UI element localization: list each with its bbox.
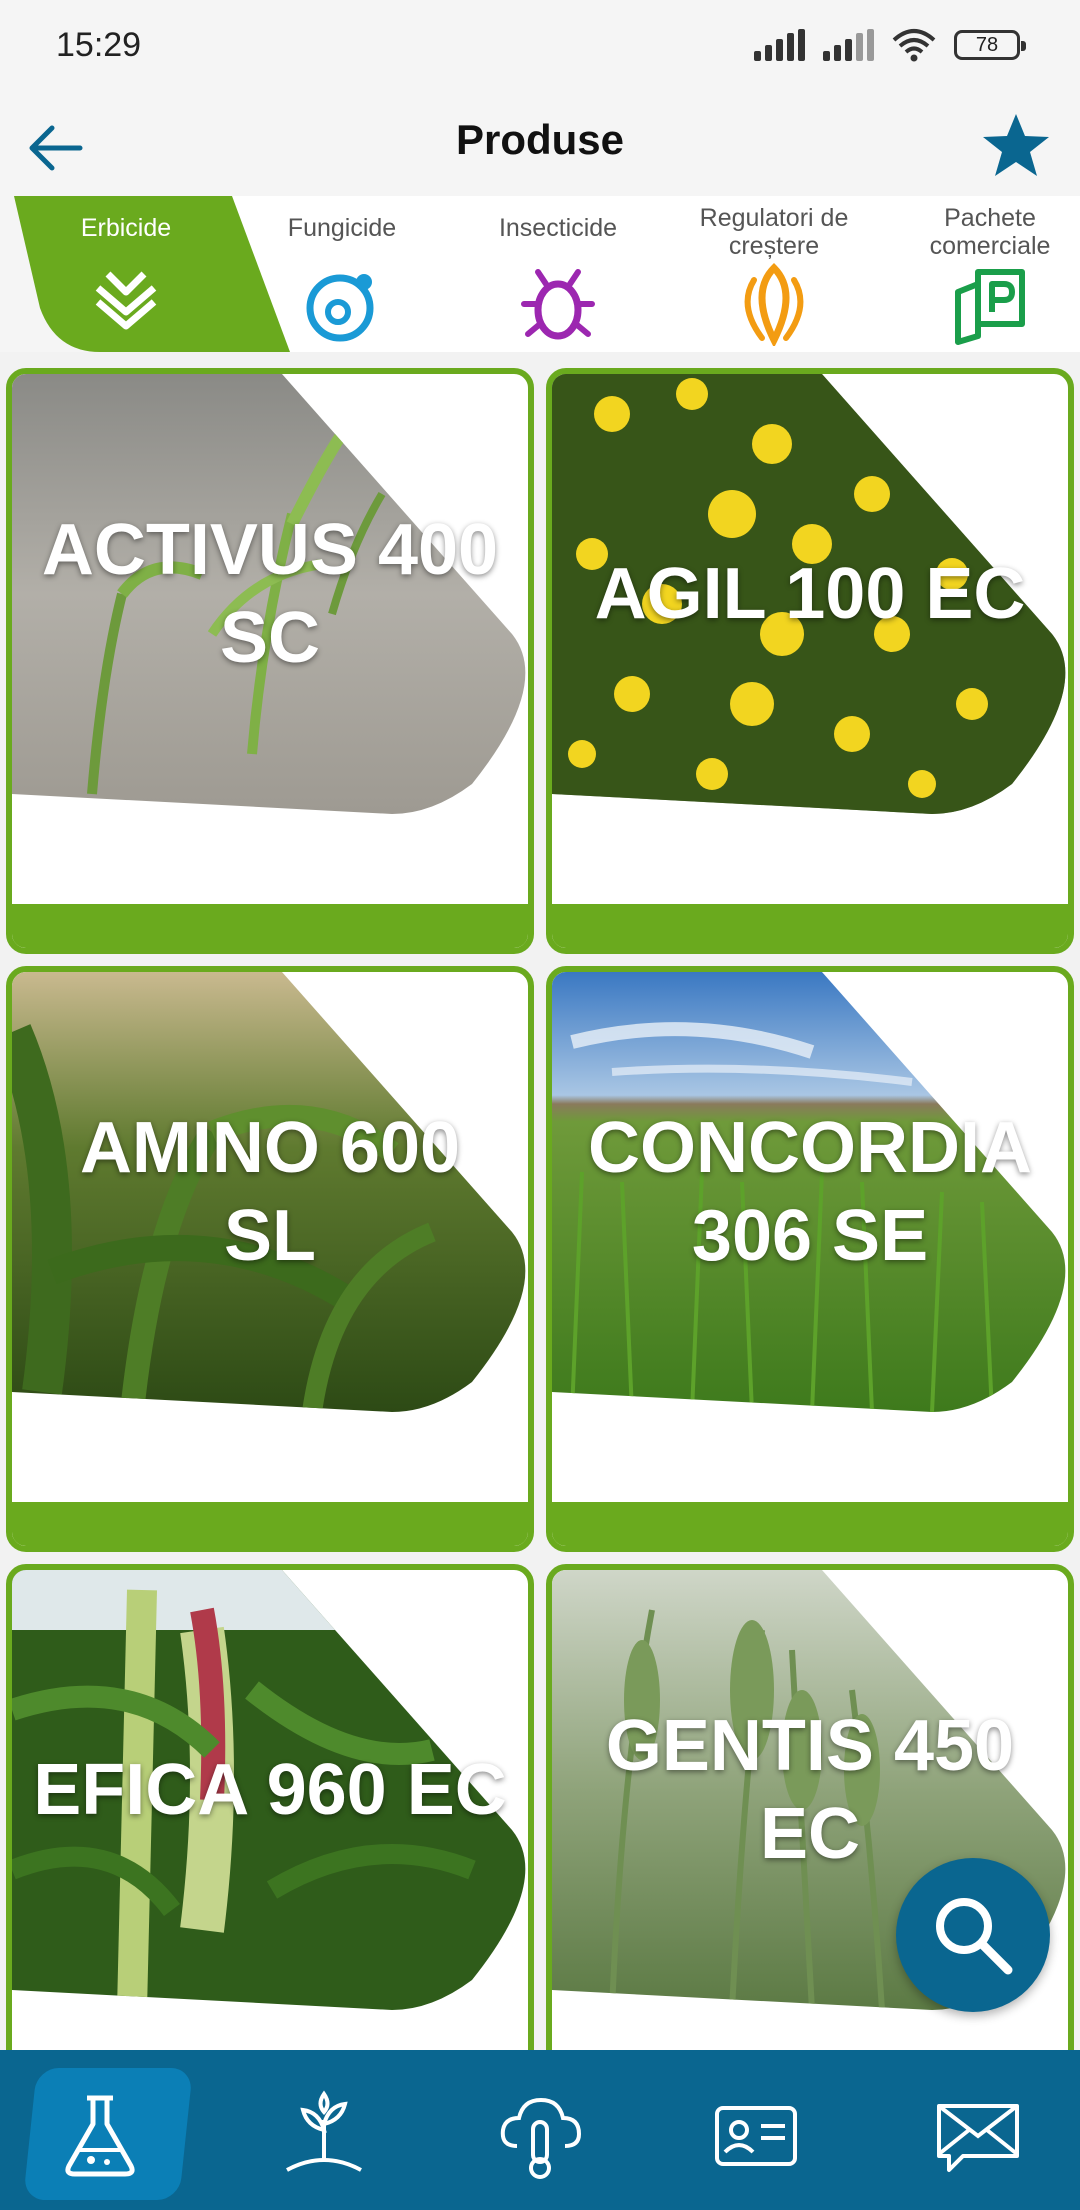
card-footer bbox=[552, 1502, 1068, 1546]
card-footer bbox=[552, 904, 1068, 948]
search-button[interactable] bbox=[896, 1858, 1050, 2012]
product-name-line2: 306 SE bbox=[691, 1196, 929, 1276]
nav-contacts[interactable] bbox=[666, 2060, 846, 2200]
tab-erbicide[interactable]: Erbicide bbox=[18, 196, 234, 352]
status-bar: 15:29 78 bbox=[0, 0, 1080, 96]
tab-label-line2: creștere bbox=[728, 232, 820, 260]
nav-weather[interactable] bbox=[450, 2060, 630, 2200]
product-name-line1: AMINO 600 bbox=[79, 1108, 461, 1188]
product-name-line1: AGIL 100 EC bbox=[594, 554, 1026, 634]
growth-seed-icon bbox=[744, 263, 804, 346]
tab-label: Insecticide bbox=[498, 214, 618, 242]
flask-icon bbox=[65, 2095, 135, 2177]
product-card-concordia[interactable]: CONCORDIA 306 SE bbox=[546, 966, 1074, 1552]
product-name-line1: CONCORDIA bbox=[588, 1108, 1032, 1188]
page-title: Produse bbox=[455, 116, 625, 163]
category-tabs: Erbicide Fungicide Insecticide Regulator… bbox=[0, 196, 1080, 352]
signal-icon-2 bbox=[823, 29, 874, 61]
tab-label: Fungicide bbox=[287, 214, 397, 242]
product-card-agil[interactable]: AGIL 100 EC bbox=[546, 368, 1074, 954]
contact-card-icon bbox=[715, 2106, 797, 2166]
tab-label-line1: Pachete bbox=[944, 204, 1036, 232]
tab-insecticide[interactable]: Insecticide bbox=[450, 196, 666, 352]
envelope-icon bbox=[937, 2104, 1019, 2172]
product-name-line2: SL bbox=[223, 1196, 316, 1276]
fungicide-spore-icon bbox=[306, 274, 374, 342]
tab-label: Erbicide bbox=[80, 214, 172, 242]
product-name-line2: EC bbox=[759, 1794, 860, 1874]
status-icons: 78 bbox=[754, 28, 1026, 62]
search-icon bbox=[936, 1898, 1013, 1975]
signal-icon bbox=[754, 29, 805, 61]
product-name-line1: ACTIVUS 400 bbox=[41, 510, 499, 590]
favorites-star-icon[interactable] bbox=[978, 108, 1054, 184]
tab-fungicide[interactable]: Fungicide bbox=[234, 196, 450, 352]
app-bar: Produse bbox=[0, 96, 1080, 196]
tab-label: Pachete comerciale bbox=[882, 204, 1080, 260]
product-name: ACTIVUS 400 SC bbox=[12, 374, 528, 814]
product-name-line2: SC bbox=[219, 598, 321, 678]
cloud-thermometer-icon bbox=[500, 2097, 582, 2179]
product-name: AMINO 600 SL bbox=[12, 972, 528, 1412]
nav-products[interactable] bbox=[10, 2060, 193, 2200]
product-name-line1: GENTIS 450 bbox=[605, 1706, 1015, 1786]
product-name-line1: EFICA 960 EC bbox=[33, 1750, 507, 1830]
tab-label-line2: comerciale bbox=[929, 232, 1051, 260]
product-grid: ACTIVUS 400 SC AGIL 100 EC AMINO 600 SL … bbox=[0, 352, 1080, 2050]
herbicide-layers-icon bbox=[95, 271, 157, 330]
product-card-efica[interactable]: EFICA 960 EC bbox=[6, 1564, 534, 2050]
product-card-activus[interactable]: ACTIVUS 400 SC bbox=[6, 368, 534, 954]
wifi-icon bbox=[892, 29, 936, 62]
product-name: CONCORDIA 306 SE bbox=[552, 972, 1068, 1412]
tab-regulatori[interactable]: Regulatori de creștere bbox=[666, 196, 882, 352]
tab-label-line1: Regulatori de bbox=[699, 204, 849, 232]
product-name: AGIL 100 EC bbox=[552, 374, 1068, 814]
tab-pachete[interactable]: Pachete comerciale bbox=[882, 196, 1080, 352]
status-time: 15:29 bbox=[56, 26, 142, 64]
insect-bug-icon bbox=[521, 269, 595, 340]
bottom-nav bbox=[0, 2050, 1080, 2210]
card-footer bbox=[12, 904, 528, 948]
commercial-package-icon bbox=[955, 269, 1025, 345]
battery-icon: 78 bbox=[954, 30, 1026, 60]
card-footer bbox=[12, 1502, 528, 1546]
nav-crops[interactable] bbox=[234, 2060, 414, 2200]
product-name: EFICA 960 EC bbox=[12, 1570, 528, 2010]
plant-sprout-icon bbox=[286, 2090, 362, 2172]
nav-messages[interactable] bbox=[888, 2060, 1068, 2200]
product-card-amino[interactable]: AMINO 600 SL bbox=[6, 966, 534, 1552]
tab-label: Regulatori de creștere bbox=[666, 204, 882, 260]
